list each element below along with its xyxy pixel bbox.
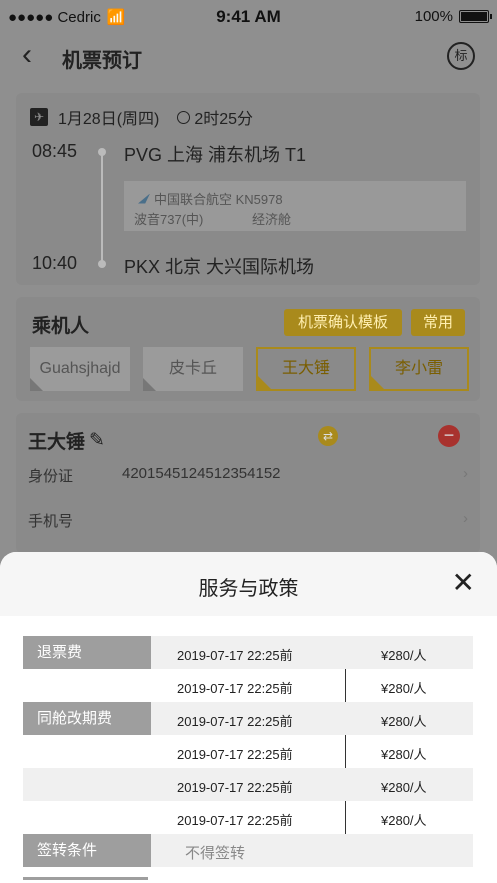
page-title: 机票预订 — [62, 50, 142, 72]
check-corner-icon — [30, 378, 43, 391]
close-icon[interactable]: ✕ — [452, 568, 475, 598]
status-bar: ●●●●● Cedric 📶 9:41 AM 100% — [0, 0, 497, 34]
passenger-name-row: 王大锤 ✎ — [28, 427, 105, 454]
price: ¥280/人 — [381, 813, 427, 828]
depart-airport: PVG 上海 浦东机场 T1 — [124, 145, 307, 165]
arrive-time: 10:40 — [32, 253, 78, 273]
flight-duration: 2时25分 — [194, 111, 254, 128]
deadline: 2019-07-17 22:25前 — [177, 813, 293, 828]
passenger-detail-card: 王大锤 ✎ ⇄ − 身份证 4201545124512354152 › 手机号 › — [16, 413, 480, 553]
endorse-row: 签转条件 不得签转 — [23, 834, 473, 867]
flight-date: 1月28日(周四) — [58, 111, 160, 128]
endorse-label: 签转条件 — [23, 834, 151, 867]
passenger-name: 王大锤 — [28, 432, 86, 453]
edit-icon[interactable]: ✎ — [89, 429, 105, 452]
flight-card: ✈ 1月28日(周四) 2时25分 08:45 PVG 上海 浦东机场 T1 中… — [16, 93, 480, 285]
flight-date-row: ✈ 1月28日(周四) 2时25分 — [30, 105, 253, 129]
policy-sheet: 服务与政策 ✕ 退票费 2019-07-17 22:25前 ¥280/人 201… — [0, 552, 497, 883]
passenger-chip[interactable]: Guahsjhajd — [30, 347, 130, 391]
arrive-airport: PKX 北京 大兴国际机场 — [124, 257, 315, 277]
chevron-right-icon: › — [463, 510, 468, 527]
bottom-divider — [23, 877, 148, 880]
cabin-class: 经济舱 — [252, 212, 292, 227]
endorse-value: 不得签转 — [185, 845, 246, 862]
swap-icon[interactable]: ⇄ — [318, 426, 338, 446]
passenger-card: 乘机人 机票确认模板 常用 Guahsjhajd 皮卡丘 王大锤 李小雷 — [16, 297, 480, 401]
price: ¥280/人 — [381, 714, 427, 729]
route-line — [101, 155, 103, 261]
price: ¥280/人 — [381, 780, 427, 795]
airline-logo-icon — [138, 193, 150, 204]
aircraft: 波音737(中) — [134, 212, 204, 227]
passenger-chip[interactable]: 李小雷 — [369, 347, 469, 391]
plane-icon: ✈ — [30, 108, 48, 126]
common-button[interactable]: 常用 — [411, 309, 465, 336]
battery-percent: 100% — [414, 8, 453, 25]
deadline: 2019-07-17 22:25前 — [177, 747, 293, 762]
category-label: 同舱改期费 — [23, 702, 151, 735]
passenger-chip[interactable]: 王大锤 — [256, 347, 356, 391]
phone-label: 手机号 — [28, 513, 74, 530]
sheet-header: 服务与政策 ✕ — [0, 552, 497, 616]
back-icon[interactable]: ‹ — [22, 40, 32, 70]
arrive-dot — [98, 260, 106, 268]
nav-bar: ‹ 机票预订 标 — [0, 34, 497, 78]
id-value: 4201545124512354152 — [122, 465, 281, 482]
airline: 中国联合航空 KN5978 — [154, 192, 283, 207]
deadline: 2019-07-17 22:25前 — [177, 780, 293, 795]
price: ¥280/人 — [381, 648, 427, 663]
deadline: 2019-07-17 22:25前 — [177, 681, 293, 696]
table-row: 退票费 2019-07-17 22:25前 ¥280/人 — [23, 636, 473, 669]
price: ¥280/人 — [381, 681, 427, 696]
table-row: 2019-07-17 22:25前 ¥280/人 — [23, 669, 473, 702]
flight-info-box: 中国联合航空 KN5978 波音737(中) 经济舱 — [124, 181, 466, 231]
price: ¥280/人 — [381, 747, 427, 762]
template-button[interactable]: 机票确认模板 — [284, 309, 402, 336]
remove-icon[interactable]: − — [438, 425, 460, 447]
passenger-heading: 乘机人 — [32, 316, 90, 337]
badge-button[interactable]: 标 — [447, 42, 475, 70]
check-corner-icon — [258, 376, 271, 389]
table-row: 同舱改期费 2019-07-17 22:25前 ¥280/人 — [23, 702, 473, 735]
table-row: 2019-07-17 22:25前 ¥280/人 — [23, 735, 473, 768]
policy-table: 退票费 2019-07-17 22:25前 ¥280/人 2019-07-17 … — [23, 636, 473, 867]
passenger-chips: Guahsjhajd 皮卡丘 王大锤 李小雷 — [30, 347, 469, 391]
category-label: 退票费 — [23, 636, 151, 669]
check-corner-icon — [143, 378, 156, 391]
table-row: 2019-07-17 22:25前 ¥280/人 — [23, 801, 473, 834]
id-label: 身份证 — [28, 468, 74, 485]
battery-icon — [459, 10, 492, 23]
depart-time: 08:45 — [32, 141, 78, 161]
deadline: 2019-07-17 22:25前 — [177, 648, 293, 663]
sheet-title: 服务与政策 — [198, 578, 299, 600]
deadline: 2019-07-17 22:25前 — [177, 714, 293, 729]
clock-icon — [177, 110, 191, 124]
table-row: 2019-07-17 22:25前 ¥280/人 — [23, 768, 473, 801]
check-corner-icon — [371, 376, 384, 389]
chevron-right-icon: › — [463, 465, 468, 482]
passenger-chip[interactable]: 皮卡丘 — [143, 347, 243, 391]
